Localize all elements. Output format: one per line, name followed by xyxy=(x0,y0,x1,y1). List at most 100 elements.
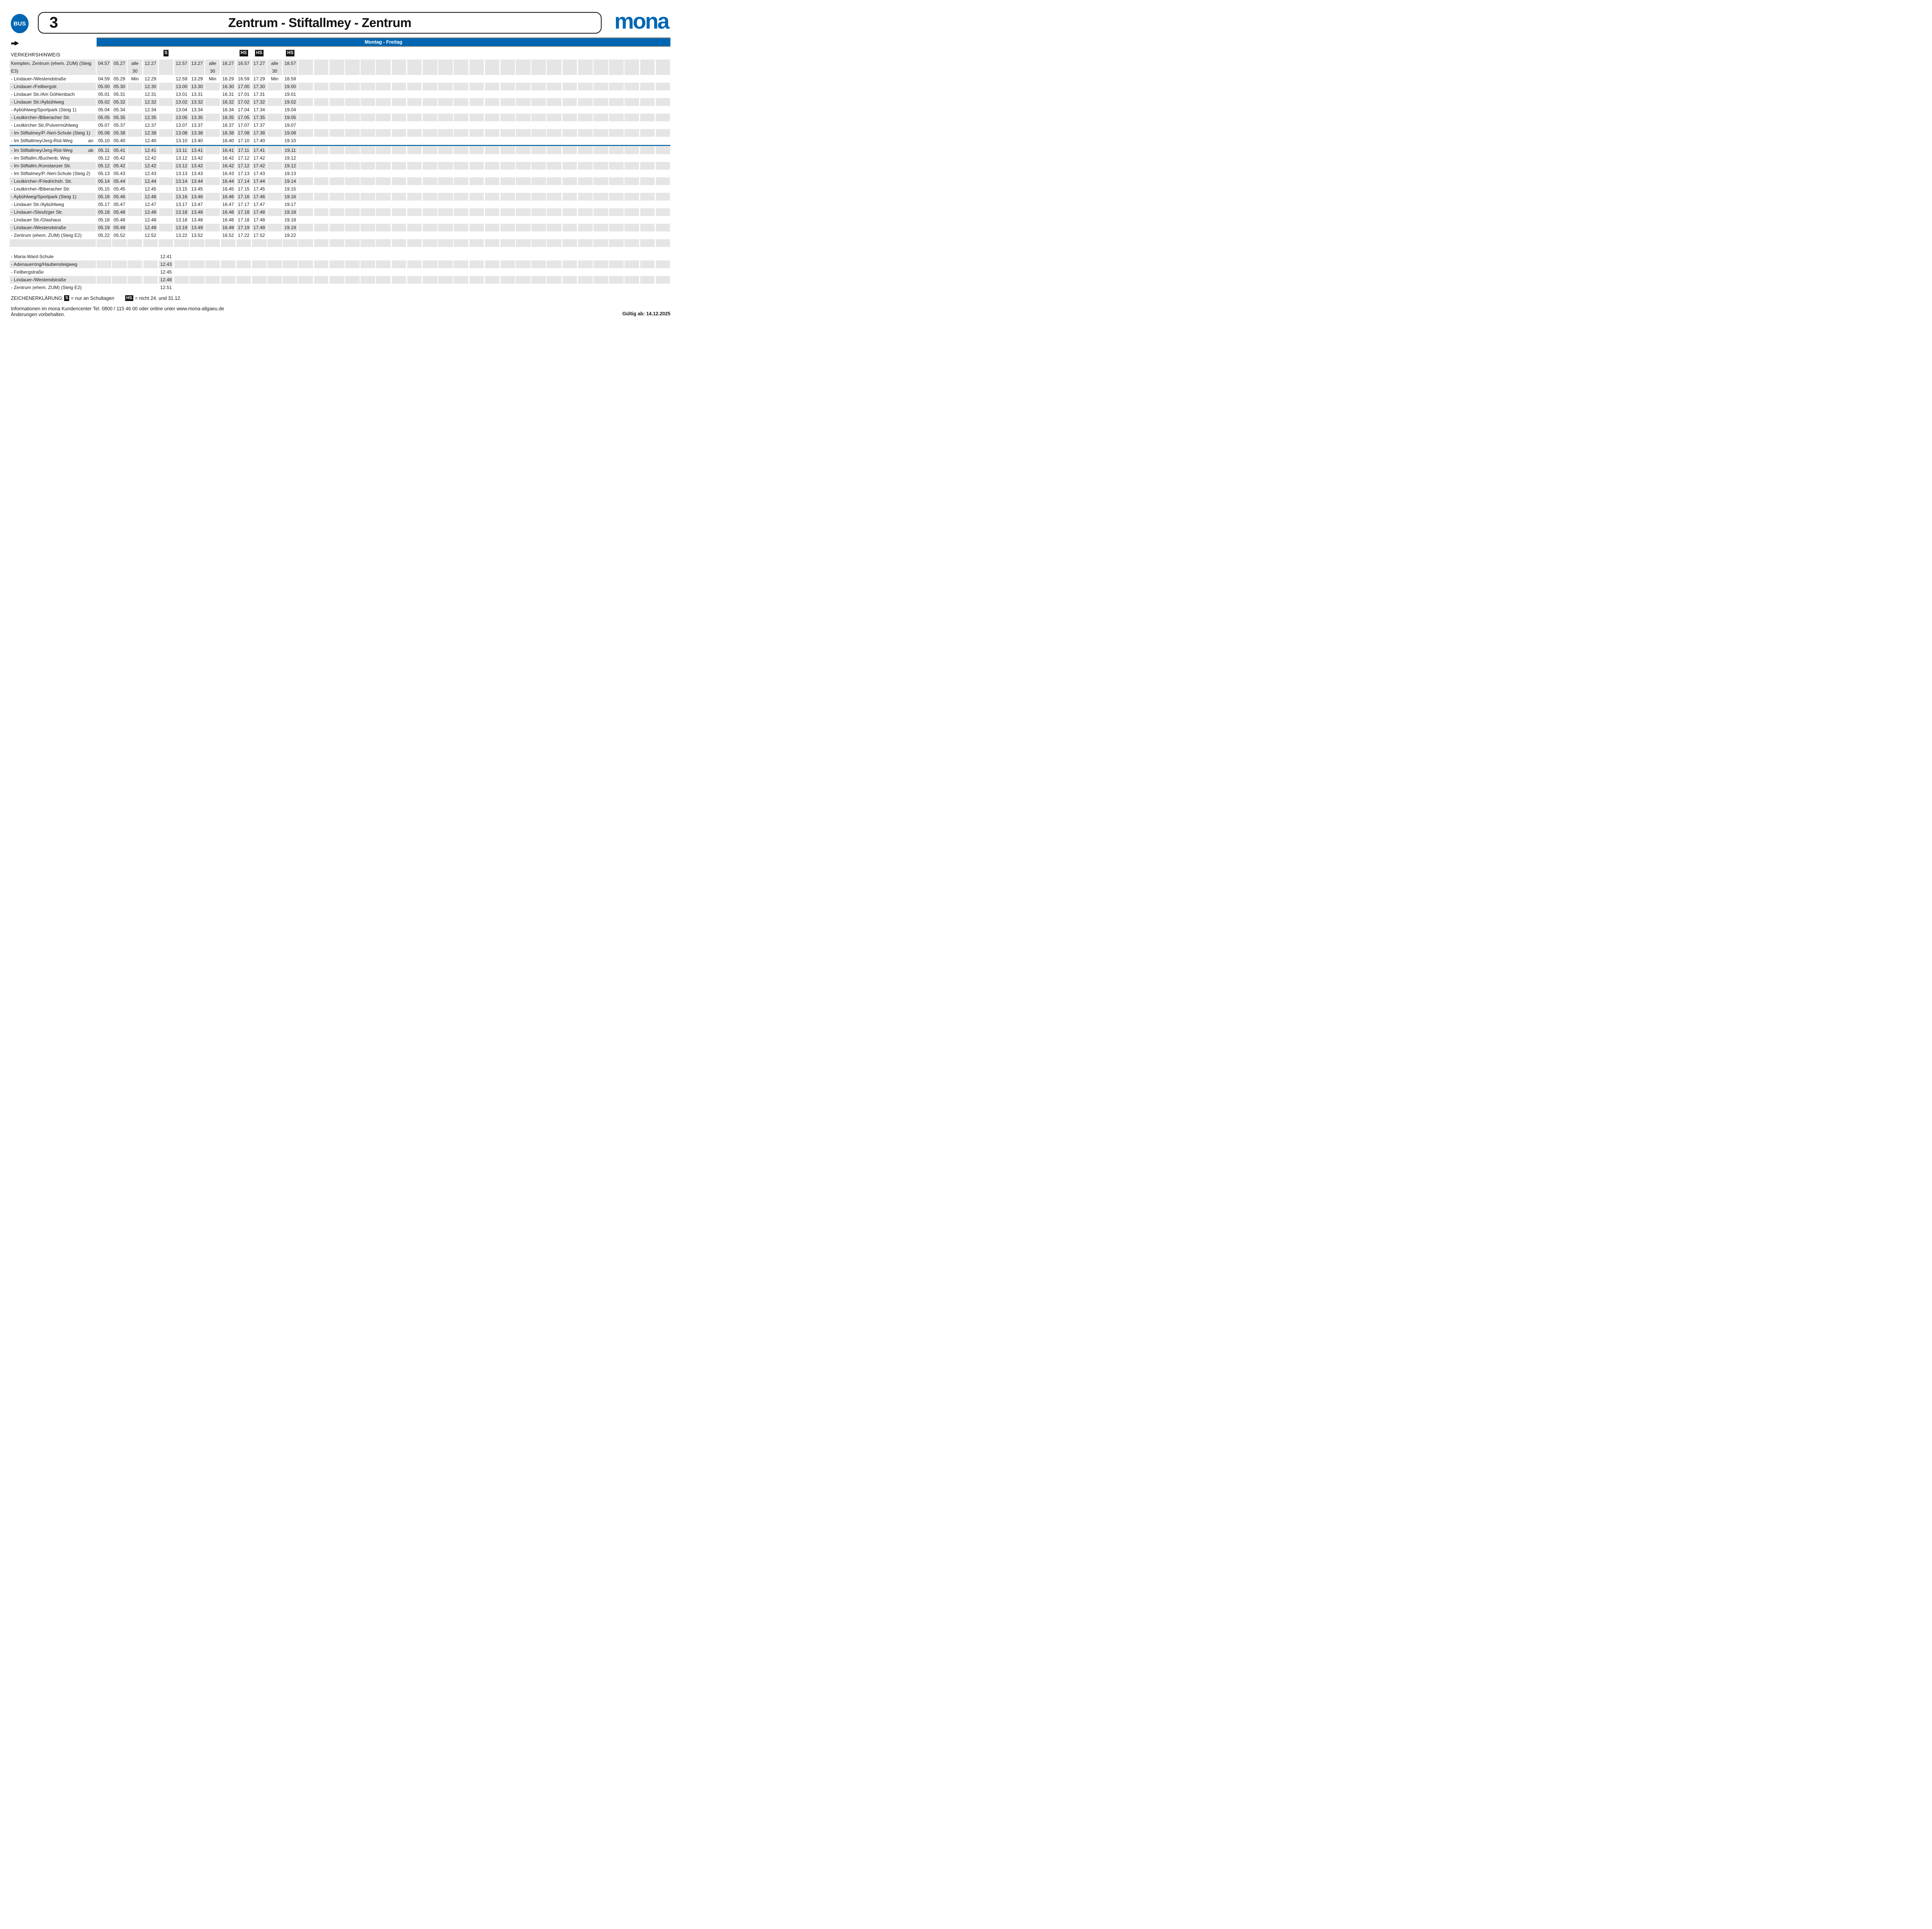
time-cell xyxy=(469,162,484,170)
time-value: 05.43 xyxy=(112,170,127,177)
time-cell xyxy=(438,90,453,98)
time-cell xyxy=(376,268,391,276)
time-cell xyxy=(563,239,577,247)
time-cell xyxy=(563,224,577,231)
time-cell xyxy=(547,260,561,268)
time-cell xyxy=(516,162,531,170)
time-cell: 17.27 xyxy=(252,60,267,75)
time-cell xyxy=(314,231,329,239)
time-cell: 16.30 xyxy=(221,83,236,90)
time-cell xyxy=(423,60,437,75)
time-cell: 12.42 xyxy=(143,154,158,162)
time-cell xyxy=(330,106,344,114)
time-cell xyxy=(485,208,500,216)
time-cell xyxy=(438,177,453,185)
time-cell xyxy=(143,239,158,247)
time-cell xyxy=(656,121,670,129)
time-cell xyxy=(640,216,655,224)
time-cell: 12.43 xyxy=(159,260,173,268)
time-cell xyxy=(407,268,422,276)
time-cell xyxy=(438,284,453,291)
time-cell xyxy=(205,276,220,284)
time-cell: 13.10 xyxy=(174,137,189,145)
time-cell: 19.02 xyxy=(283,98,298,106)
time-value: 17.40 xyxy=(252,137,267,145)
station-name: - Adenauerring/Haubensteigweg xyxy=(11,260,77,268)
time-cell xyxy=(267,268,282,276)
time-cell xyxy=(330,154,344,162)
time-cell: 12.45 xyxy=(159,268,173,276)
time-cell: 12.35 xyxy=(143,114,158,121)
time-cell xyxy=(159,146,173,154)
time-value: 19.19 xyxy=(283,224,298,231)
time-value: 05.47 xyxy=(112,201,127,208)
time-cell xyxy=(563,177,577,185)
time-cell xyxy=(330,193,344,201)
station-name: Kempten, Zentrum (ehem. ZUM) (SteigE3) xyxy=(11,60,92,75)
station-name: - Im Stiftallm./Buchenb. Weg xyxy=(11,154,70,162)
time-value: 16.57 xyxy=(236,60,251,67)
time-value: 17.42 xyxy=(252,154,267,162)
time-cell xyxy=(330,60,344,75)
time-cell xyxy=(531,75,546,83)
time-cell xyxy=(221,260,236,268)
time-cell xyxy=(469,193,484,201)
time-cell: 17.11 xyxy=(236,146,251,154)
station-name-cell: Kempten, Zentrum (ehem. ZUM) (SteigE3) xyxy=(10,60,96,75)
time-cell xyxy=(454,146,468,154)
time-cell xyxy=(485,216,500,224)
time-cell: 16.37 xyxy=(221,121,236,129)
time-cell xyxy=(547,177,561,185)
time-cell xyxy=(640,121,655,129)
time-value: 13.37 xyxy=(190,121,204,129)
time-cell xyxy=(438,208,453,216)
time-cell xyxy=(159,137,173,145)
time-value: 05.11 xyxy=(97,146,111,154)
time-cell xyxy=(624,98,639,106)
time-cell xyxy=(578,260,593,268)
time-cell xyxy=(609,185,624,193)
time-cell xyxy=(159,185,173,193)
time-cell xyxy=(159,106,173,114)
time-cell xyxy=(392,162,406,170)
time-cell xyxy=(407,208,422,216)
time-cell xyxy=(330,121,344,129)
station-name: - Im Stiftalmey/P.-Neri-Schule (Steig 2) xyxy=(11,170,90,177)
time-cell xyxy=(283,253,298,260)
time-cell xyxy=(407,253,422,260)
time-value: 16.42 xyxy=(221,162,236,170)
time-value: 05.42 xyxy=(112,154,127,162)
time-cell: 12.32 xyxy=(143,98,158,106)
time-value: 17.01 xyxy=(236,90,251,98)
time-cell xyxy=(531,60,546,75)
time-cell xyxy=(531,162,546,170)
time-cell xyxy=(298,177,313,185)
time-cell: 19.18 xyxy=(283,216,298,224)
time-cell xyxy=(578,170,593,177)
time-cell: 18.57 xyxy=(283,60,298,75)
time-value: 19.13 xyxy=(283,170,298,177)
time-cell: 05.40 xyxy=(112,137,127,145)
time-cell xyxy=(423,276,437,284)
time-cell xyxy=(205,216,220,224)
time-cell: 12.38 xyxy=(143,129,158,137)
time-cell xyxy=(469,98,484,106)
time-cell xyxy=(500,208,515,216)
time-cell xyxy=(469,154,484,162)
time-cell xyxy=(578,224,593,231)
time-cell xyxy=(376,239,391,247)
time-cell xyxy=(361,208,375,216)
time-cell xyxy=(594,216,608,224)
time-cell xyxy=(330,185,344,193)
time-cell xyxy=(128,162,142,170)
time-cell xyxy=(345,253,360,260)
time-cell xyxy=(500,121,515,129)
time-cell: 13.05 xyxy=(174,114,189,121)
route-number: 3 xyxy=(49,14,58,32)
time-cell: 17.12 xyxy=(236,162,251,170)
time-cell xyxy=(624,231,639,239)
time-value: alle xyxy=(205,60,220,67)
time-cell xyxy=(330,170,344,177)
time-cell xyxy=(392,121,406,129)
time-cell: 16.42 xyxy=(221,154,236,162)
